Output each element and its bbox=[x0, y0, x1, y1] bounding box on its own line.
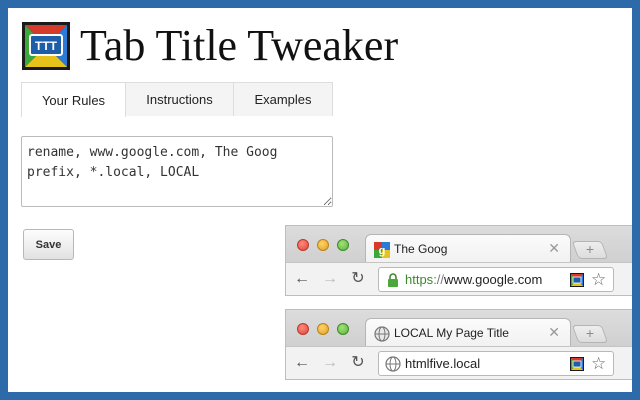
browser-tab: LOCAL My Page Title ✕ bbox=[365, 318, 571, 347]
minimize-window-icon bbox=[317, 239, 329, 251]
close-window-icon bbox=[297, 323, 309, 335]
url-scheme: https bbox=[405, 272, 434, 287]
svg-text:TTT: TTT bbox=[35, 39, 58, 53]
page-card: TTT Tab Title Tweaker Your Rules Instruc… bbox=[8, 8, 632, 392]
bookmark-star-icon: ☆ bbox=[591, 354, 607, 373]
browser-tab-title: LOCAL My Page Title bbox=[394, 326, 509, 340]
svg-text:g: g bbox=[379, 245, 386, 257]
back-arrow-icon: ← bbox=[294, 270, 310, 287]
address-url: htmlfive.local bbox=[405, 356, 480, 371]
browser-toolbar: ← → ↻ htmlfive.local ☆ bbox=[286, 346, 632, 379]
zoom-window-icon bbox=[337, 323, 349, 335]
browser-tabstrip: LOCAL My Page Title ✕ + bbox=[286, 310, 632, 347]
zoom-window-icon bbox=[337, 239, 349, 251]
tab-title-tweaker-extension-icon bbox=[570, 357, 584, 371]
forward-arrow-icon: → bbox=[322, 270, 338, 287]
example-browser-google: g The Goog ✕ + ← → ↻ https://www.google.… bbox=[285, 225, 632, 296]
url-host: www.google.com bbox=[444, 272, 543, 287]
tab-instructions[interactable]: Instructions bbox=[126, 82, 234, 116]
reload-icon: ↻ bbox=[351, 270, 365, 287]
address-url: https://www.google.com bbox=[405, 272, 542, 287]
lock-icon bbox=[388, 273, 398, 287]
tab-your-rules[interactable]: Your Rules bbox=[21, 82, 126, 117]
tab-close-icon: ✕ bbox=[548, 324, 560, 340]
back-arrow-icon: ← bbox=[294, 354, 310, 371]
tab-bar: Your Rules Instructions Examples bbox=[21, 82, 333, 117]
new-tab-icon: + bbox=[571, 325, 609, 343]
minimize-window-icon bbox=[317, 323, 329, 335]
browser-tab-title: The Goog bbox=[394, 242, 448, 256]
example-browser-local: LOCAL My Page Title ✕ + ← → ↻ htmlfive.l… bbox=[285, 309, 632, 380]
tab-examples[interactable]: Examples bbox=[234, 82, 333, 116]
url-separator: :// bbox=[433, 272, 445, 287]
google-favicon-icon: g bbox=[374, 242, 390, 258]
save-button[interactable]: Save bbox=[23, 229, 74, 260]
reload-icon: ↻ bbox=[351, 354, 365, 371]
globe-icon bbox=[385, 356, 401, 372]
url-host: htmlfive.local bbox=[405, 356, 481, 371]
rules-textarea[interactable] bbox=[21, 136, 333, 207]
app-header: TTT Tab Title Tweaker bbox=[21, 21, 398, 71]
new-tab-icon: + bbox=[571, 241, 609, 259]
browser-tabstrip: g The Goog ✕ + bbox=[286, 226, 632, 263]
close-window-icon bbox=[297, 239, 309, 251]
tab-close-icon: ✕ bbox=[548, 240, 560, 256]
browser-tab: g The Goog ✕ bbox=[365, 234, 571, 263]
app-logo: TTT bbox=[21, 21, 71, 71]
bookmark-star-icon: ☆ bbox=[591, 270, 607, 289]
app-title: Tab Title Tweaker bbox=[80, 21, 399, 70]
tab-title-tweaker-extension-icon bbox=[570, 273, 584, 287]
forward-arrow-icon: → bbox=[322, 354, 338, 371]
browser-toolbar: ← → ↻ https://www.google.com ☆ bbox=[286, 262, 632, 295]
globe-icon bbox=[374, 326, 390, 342]
